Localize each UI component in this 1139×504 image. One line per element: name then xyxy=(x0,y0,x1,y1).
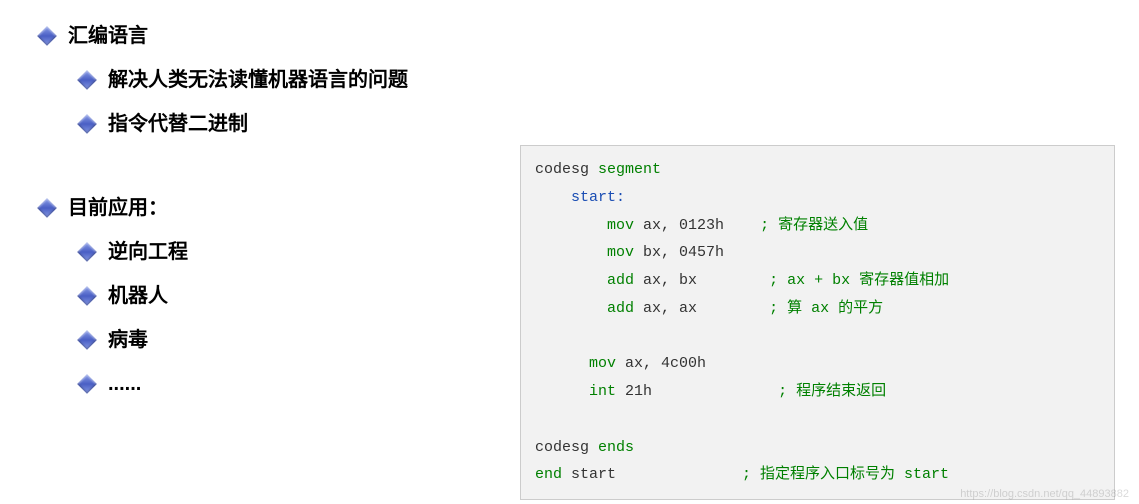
item-text: 机器人 xyxy=(108,280,168,312)
diamond-icon xyxy=(77,70,97,90)
outline-item: 解决人类无法读懂机器语言的问题 xyxy=(40,64,520,96)
section-title: 汇编语言 xyxy=(68,20,148,52)
outline-item: 逆向工程 xyxy=(40,236,520,268)
assembly-code-block: codesg segment start: mov ax, 0123h ; 寄存… xyxy=(520,145,1115,500)
diamond-icon xyxy=(37,26,57,46)
outline-section-0: 汇编语言 xyxy=(40,20,520,52)
code-panel: codesg segment start: mov ax, 0123h ; 寄存… xyxy=(520,0,1139,504)
item-text: 病毒 xyxy=(108,324,148,356)
watermark: https://blog.csdn.net/qq_44893882 xyxy=(960,488,1129,500)
item-text: ...... xyxy=(108,368,141,400)
diamond-icon xyxy=(77,114,97,134)
diamond-icon xyxy=(37,198,57,218)
outline-section-1: 目前应用： xyxy=(40,192,520,224)
item-text: 逆向工程 xyxy=(108,236,188,268)
diamond-icon xyxy=(77,242,97,262)
section-title: 目前应用： xyxy=(68,192,168,224)
outline-item: 病毒 xyxy=(40,324,520,356)
item-text: 解决人类无法读懂机器语言的问题 xyxy=(108,64,408,96)
diamond-icon xyxy=(77,374,97,394)
outline-panel: 汇编语言 解决人类无法读懂机器语言的问题 指令代替二进制 目前应用： 逆向工程 … xyxy=(0,0,520,504)
outline-item: 机器人 xyxy=(40,280,520,312)
diamond-icon xyxy=(77,330,97,350)
diamond-icon xyxy=(77,286,97,306)
item-text: 指令代替二进制 xyxy=(108,108,248,140)
outline-item: 指令代替二进制 xyxy=(40,108,520,140)
outline-item: ...... xyxy=(40,368,520,400)
